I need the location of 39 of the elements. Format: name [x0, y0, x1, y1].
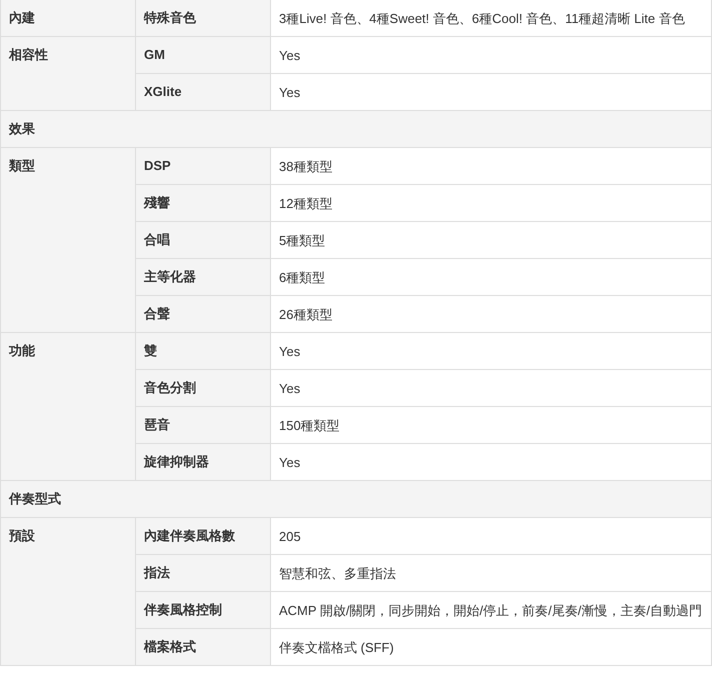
row-label: DSP — [136, 148, 270, 184]
row-label: GM — [136, 36, 270, 74]
row-label: 伴奏風格控制 — [136, 592, 270, 628]
row-label: XGlite — [136, 74, 270, 110]
table-cell: 5種類型 — [270, 222, 712, 258]
table-cell: 26種類型 — [270, 296, 712, 332]
row-header: 預設 — [0, 518, 136, 666]
row-header: 功能 — [0, 332, 136, 480]
table-cell: 12種類型 — [270, 184, 712, 222]
row-header: 類型 — [0, 148, 136, 332]
table-cell: 3種Live! 音色、4種Sweet! 音色、6種Cool! 音色、11種超清晰 Lite 音色 — [270, 0, 712, 36]
row-label: 琶音 — [136, 406, 270, 444]
row-label: 檔案格式 — [136, 628, 270, 666]
table-cell: Yes — [270, 444, 712, 480]
table-cell: 38種類型 — [270, 148, 712, 184]
row-label: 內建伴奏風格數 — [136, 518, 270, 554]
table-cell: Yes — [270, 332, 712, 370]
row-label: 殘響 — [136, 184, 270, 222]
table-cell: Yes — [270, 370, 712, 406]
table-cell: Yes — [270, 36, 712, 74]
section-header: 伴奏型式 — [0, 480, 712, 518]
table-cell: 6種類型 — [270, 258, 712, 296]
row-label: 特殊音色 — [136, 0, 270, 36]
row-label: 音色分割 — [136, 370, 270, 406]
section-header: 效果 — [0, 110, 712, 148]
row-label: 指法 — [136, 554, 270, 592]
table-cell: Yes — [270, 74, 712, 110]
row-header: 內建 — [0, 0, 136, 36]
table-cell: ACMP 開啟/關閉，同步開始，開始/停止，前奏/尾奏/漸慢，主奏/自動過門 — [270, 592, 712, 628]
row-label: 合唱 — [136, 222, 270, 258]
table-cell: 伴奏文檔格式 (SFF) — [270, 628, 712, 666]
row-header: 相容性 — [0, 36, 136, 110]
row-label: 主等化器 — [136, 258, 270, 296]
row-label: 雙 — [136, 332, 270, 370]
table-cell: 智慧和弦、多重指法 — [270, 554, 712, 592]
table-cell: 150種類型 — [270, 406, 712, 444]
row-label: 合聲 — [136, 296, 270, 332]
table-cell: 205 — [270, 518, 712, 554]
row-label: 旋律抑制器 — [136, 444, 270, 480]
